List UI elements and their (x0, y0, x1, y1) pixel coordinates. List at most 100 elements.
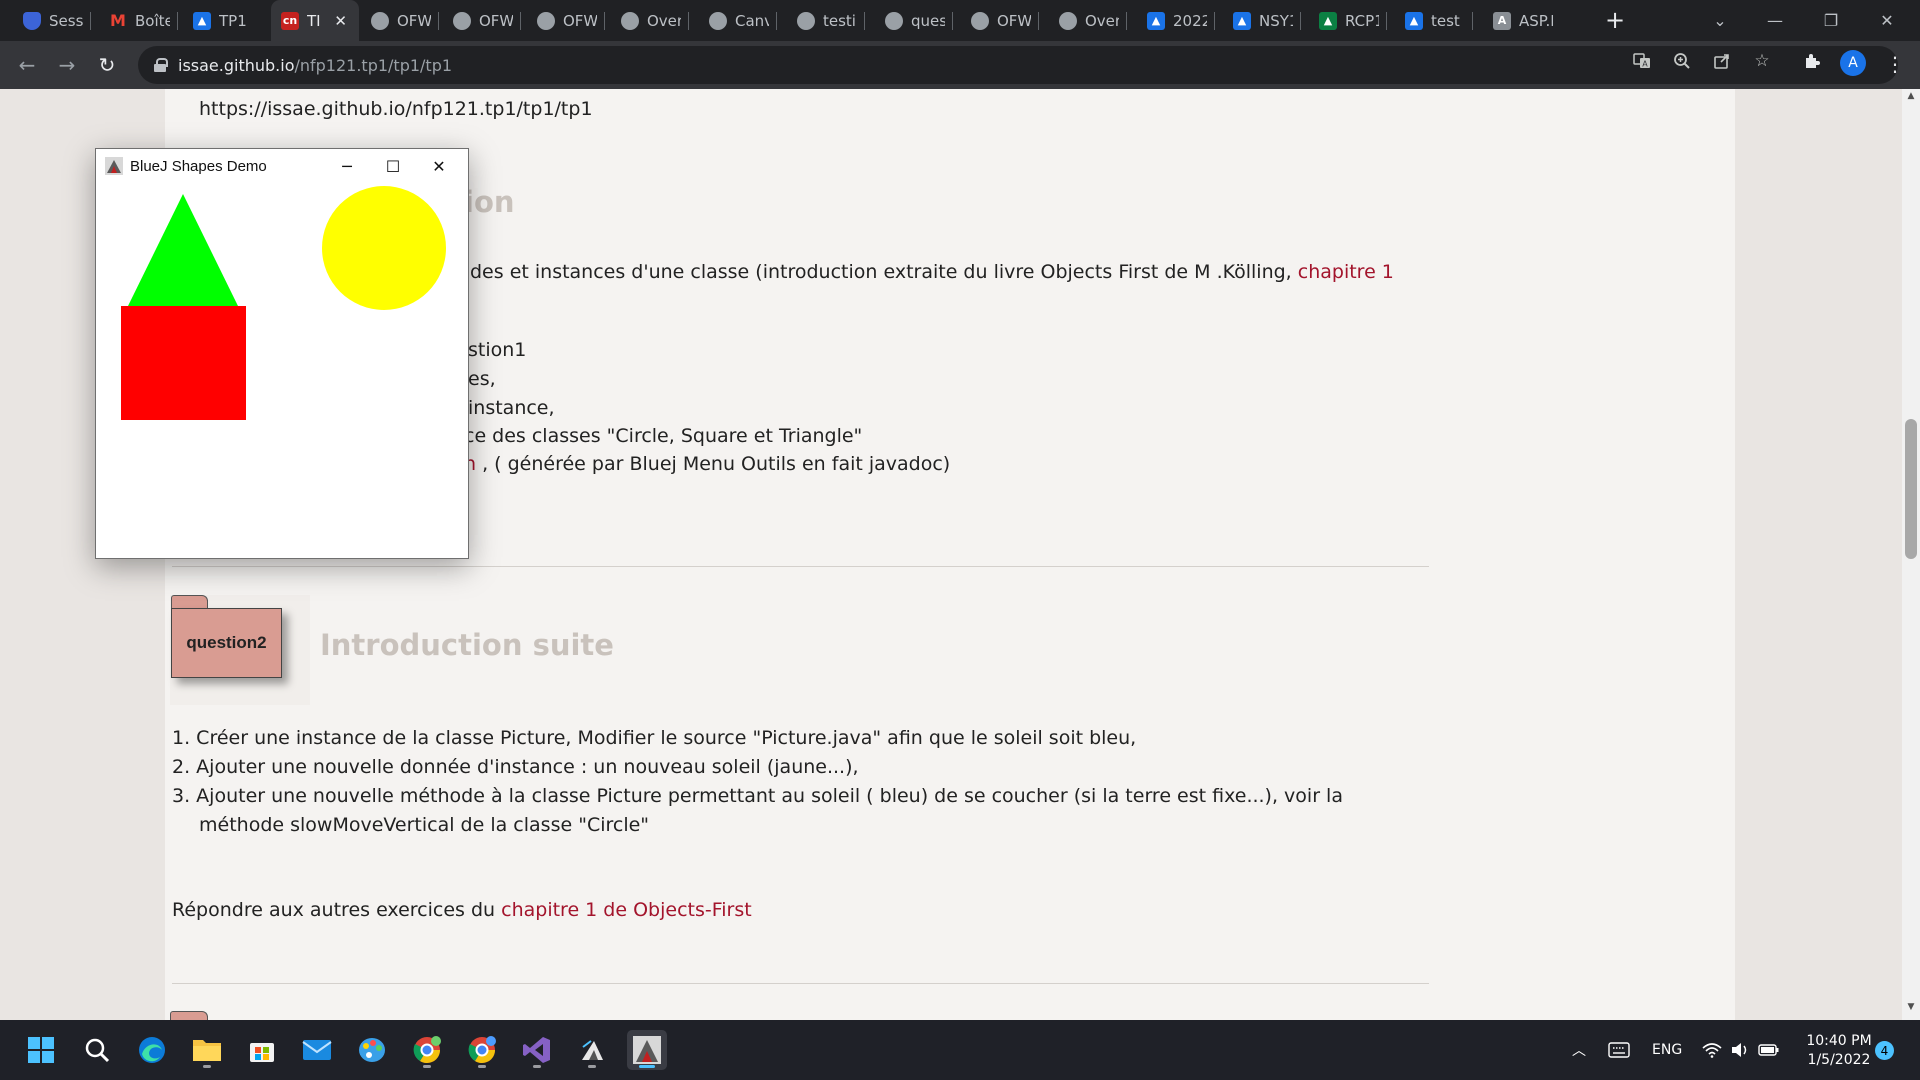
cnam-icon: cn (281, 11, 299, 30)
browser-menu-icon[interactable]: ⋮ (1885, 49, 1905, 79)
bluej-drawing-canvas (121, 186, 446, 420)
tab-14[interactable]: ▲ 2022 (1137, 0, 1207, 41)
close-window-button[interactable]: ✕ (1859, 0, 1915, 41)
answer-paragraph: Répondre aux autres exercices du chapitr… (172, 899, 752, 921)
tab-title: Overv (1085, 11, 1119, 30)
folder-body: question2 (171, 608, 282, 678)
bluej-shapes-window[interactable]: BlueJ Shapes Demo ─ ☐ ✕ (95, 148, 469, 559)
tab-15[interactable]: ▲ NSY1 (1223, 0, 1293, 41)
tab-title: NSY1 (1259, 11, 1293, 30)
tab-13[interactable]: Overv (1049, 0, 1119, 41)
tray-overflow-chevron-icon[interactable]: ︿ (1572, 1020, 1586, 1080)
next-question-folder[interactable] (170, 1011, 208, 1020)
tab-11[interactable]: quest (875, 0, 945, 41)
svg-text:A: A (1642, 60, 1648, 69)
scroll-thumb[interactable] (1905, 419, 1917, 559)
tab-10[interactable]: testin (787, 0, 857, 41)
tab-search-chevron-icon[interactable]: ⌄ (1692, 0, 1748, 41)
extensions-icon[interactable] (1799, 48, 1825, 74)
tab-2[interactable]: M Boîte (99, 0, 170, 41)
notification-badge[interactable]: 4 (1875, 1041, 1894, 1060)
search-icon[interactable] (77, 1030, 117, 1070)
red-square (121, 306, 246, 420)
chrome-profile-icon[interactable] (407, 1030, 447, 1070)
green-triangle (128, 194, 238, 306)
tab-separator (520, 12, 521, 30)
bluej-shapes-icon[interactable] (627, 1030, 667, 1070)
start-icon[interactable] (21, 1030, 61, 1070)
browser-toolbar: ← → ↻ issae.github.io/nfp121.tp1/tp1/tp1… (0, 41, 1920, 89)
classroom-icon: ▲ (1405, 11, 1423, 30)
scroll-up-arrow-icon[interactable]: ▲ (1902, 91, 1920, 105)
tab-separator (688, 12, 689, 30)
paint-icon[interactable] (352, 1030, 392, 1070)
classroom-icon: ▲ (1147, 11, 1165, 30)
bluej-title-bar[interactable]: BlueJ Shapes Demo ─ ☐ ✕ (96, 149, 468, 183)
clock-date: 1/5/2022 (1807, 1052, 1871, 1068)
running-indicator (533, 1065, 541, 1068)
tab-12[interactable]: OFW (961, 0, 1031, 41)
tab-title: TP1 (219, 11, 247, 30)
battery-icon[interactable] (1758, 1020, 1780, 1080)
tab-1[interactable]: Sessic (13, 0, 83, 41)
tab-8[interactable]: Overv (611, 0, 681, 41)
tab-6[interactable]: OFW (443, 0, 513, 41)
new-tab-button[interactable]: + (1601, 6, 1629, 34)
section1-heading: ion (464, 185, 515, 219)
step-1-text: Créer une instance de la classe Picture,… (196, 727, 1137, 749)
zoom-icon[interactable] (1669, 48, 1695, 74)
tab-5[interactable]: OFW (361, 0, 431, 41)
language-indicator[interactable]: ENG (1652, 1020, 1682, 1080)
bluej-maximize-button[interactable]: ☐ (370, 149, 416, 183)
tab-17[interactable]: ▲ test S (1395, 0, 1465, 41)
taskbar-clock[interactable]: 10:40 PM 1/5/2022 (1796, 1032, 1882, 1070)
file-explorer-icon[interactable] (187, 1030, 227, 1070)
share-icon[interactable] (1709, 48, 1735, 74)
tab-7[interactable]: OFW (527, 0, 597, 41)
javadoc-line: n , ( générée par Bluej Menu Outils en f… (464, 453, 950, 475)
forward-button[interactable]: → (51, 49, 83, 81)
running-indicator (478, 1065, 486, 1068)
bookmark-star-icon[interactable]: ☆ (1749, 48, 1775, 74)
wifi-icon[interactable] (1702, 1020, 1722, 1080)
minimize-window-button[interactable]: — (1747, 0, 1803, 41)
tab-title: OFW (479, 11, 513, 30)
tab-3[interactable]: ▲ TP1 (183, 0, 253, 41)
bluej-minimize-button[interactable]: ─ (324, 149, 370, 183)
restore-window-button[interactable]: ❐ (1803, 0, 1859, 41)
touch-keyboard-icon[interactable] (1608, 1020, 1630, 1080)
translate-icon[interactable]: A (1629, 48, 1655, 74)
bluej-app-icon (105, 157, 123, 175)
mail-icon[interactable] (297, 1030, 337, 1070)
edge-icon[interactable] (132, 1030, 172, 1070)
globe-icon (885, 11, 903, 30)
globe-icon (453, 11, 471, 30)
tab-16[interactable]: ▲ RCP1 (1309, 0, 1379, 41)
clock-time: 10:40 PM (1806, 1033, 1872, 1049)
globe-icon (621, 11, 639, 30)
classroom-teal-icon: ▲ (1319, 11, 1337, 30)
store-icon[interactable] (242, 1030, 282, 1070)
back-button[interactable]: ← (11, 49, 43, 81)
page-scrollbar[interactable]: ▲ ▼ (1902, 89, 1920, 1020)
question2-folder[interactable]: question2 (170, 595, 310, 705)
close-tab-icon[interactable]: ✕ (334, 12, 347, 30)
chrome-profile-icon[interactable] (462, 1030, 502, 1070)
bluej-close-button[interactable]: ✕ (416, 149, 462, 183)
tab-title: Boîte (135, 11, 170, 30)
bluej-icon[interactable] (572, 1030, 612, 1070)
yellow-sun-circle (322, 186, 446, 310)
tab-9[interactable]: Canva (699, 0, 769, 41)
objects-first-link[interactable]: chapitre 1 de Objects-First (501, 899, 752, 921)
tab-4[interactable]: cn TI ✕ (271, 0, 359, 41)
url-path: /nfp121.tp1/tp1/tp1 (294, 55, 453, 75)
chapitre-1-link[interactable]: chapitre 1 (1298, 261, 1394, 283)
volume-icon[interactable] (1730, 1020, 1750, 1080)
reload-button[interactable]: ↻ (91, 49, 123, 81)
tab-18[interactable]: A ASP.N (1483, 0, 1553, 41)
section2-heading: Introduction suite (320, 628, 614, 662)
profile-avatar[interactable]: A (1840, 50, 1866, 76)
partial-line-4: ce des classes "Circle, Square et Triang… (464, 425, 863, 447)
scroll-down-arrow-icon[interactable]: ▼ (1902, 1002, 1920, 1016)
visual-studio-icon[interactable] (517, 1030, 557, 1070)
